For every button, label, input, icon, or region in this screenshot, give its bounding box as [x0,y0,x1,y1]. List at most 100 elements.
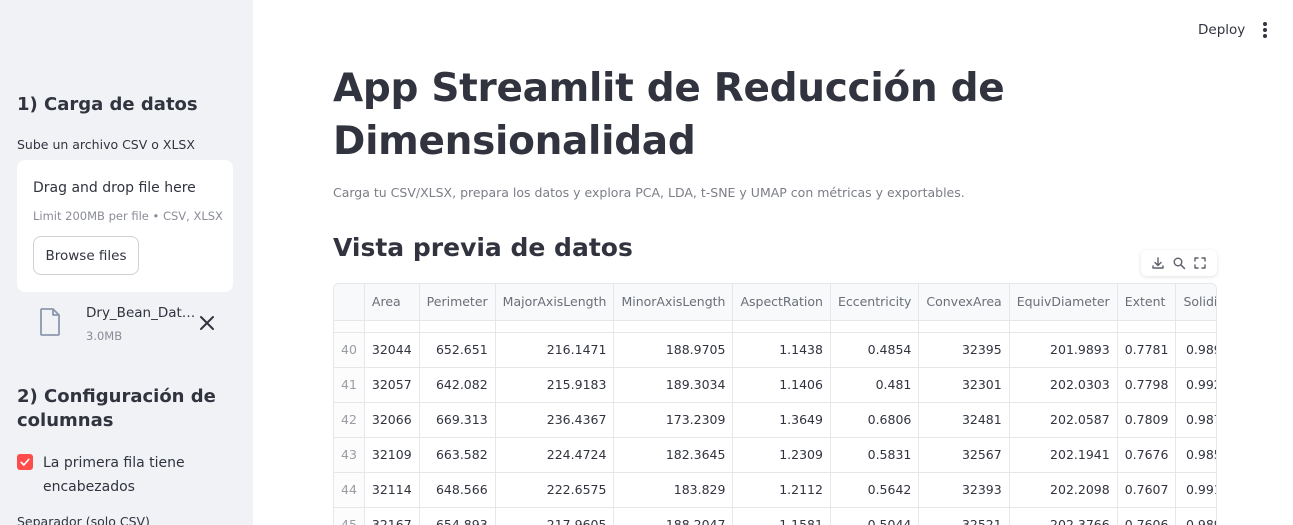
table-cell[interactable]: 0.481 [830,367,920,403]
file-dropzone[interactable]: Drag and drop file here Limit 200MB per … [17,160,233,292]
check-icon [20,458,30,466]
table-cell[interactable]: 173.2309 [613,402,734,438]
table-cell[interactable]: 1.1581 [732,507,831,525]
table-row[interactable]: 40 32044 652.651 216.1471 188.9705 1.1438 0.48… [334,332,1216,368]
headers-checkbox-label[interactable]: La primera fila tiene encabezados [43,451,218,499]
table-cell[interactable]: 32393 [918,472,1010,508]
table-cell[interactable]: 0.9892 [1175,332,1216,368]
table-cell[interactable]: 1.3649 [732,402,831,438]
table-cell[interactable]: 188.9705 [613,332,734,368]
table-cell[interactable]: 32167 [364,507,420,525]
table-cell[interactable]: 32567 [918,437,1010,473]
table-cell[interactable]: 0.9914 [1175,472,1216,508]
table-cell[interactable]: 215.9183 [495,367,615,403]
more-vertical-icon[interactable] [1256,20,1274,40]
table-cell[interactable]: 0.7676 [1117,437,1177,473]
table-cell[interactable]: 0.7606 [1117,507,1177,525]
table-cell[interactable]: 201.9893 [1009,332,1118,368]
column-header[interactable]: Extent [1117,284,1177,321]
table-cell[interactable]: 202.3766 [1009,507,1118,525]
table-cell[interactable]: 202.0587 [1009,402,1118,438]
fullscreen-icon[interactable] [1193,256,1207,270]
browse-files-button[interactable]: Browse files [33,236,139,275]
table-cell[interactable]: 0.6806 [830,402,920,438]
table-cell[interactable]: 0.7781 [1117,332,1177,368]
table-cell[interactable]: 642.082 [419,367,496,403]
table-cell[interactable]: 1.1438 [732,332,831,368]
table-header-row: Area Perimeter MajorAxisLength MinorAxisLen… [334,284,1216,321]
table-row[interactable]: 44 32114 648.566 222.6575 183.829 1.2112 0.564… [334,472,1216,508]
table-cell[interactable]: 0.5044 [830,507,920,525]
table-cell[interactable]: 0.7798 [1117,367,1177,403]
separator-label: Separador (solo CSV) [17,514,150,525]
table-cell[interactable]: 32109 [364,437,420,473]
table-cell[interactable]: 32057 [364,367,420,403]
table-cell[interactable]: 217.9605 [495,507,615,525]
column-header[interactable]: EquivDiameter [1009,284,1118,321]
uploaded-file: Dry_Bean_Dataset.xlsx 3.0MB [17,300,233,350]
table-cell[interactable]: 0.5831 [830,437,920,473]
table-cell[interactable]: 182.3645 [613,437,734,473]
table-cell[interactable]: 0.5642 [830,472,920,508]
table-cell[interactable]: 1.2309 [732,437,831,473]
table-cell[interactable]: 0.9924 [1175,367,1216,403]
table-cell[interactable]: 188.2047 [613,507,734,525]
table-cell[interactable]: 202.0303 [1009,367,1118,403]
table-cell[interactable]: 663.582 [419,437,496,473]
table-cell[interactable]: 0.9872 [1175,402,1216,438]
table-cell[interactable]: 654.893 [419,507,496,525]
row-index: 45 [334,507,365,525]
table-cell[interactable]: 669.313 [419,402,496,438]
table-cell[interactable]: 224.4724 [495,437,615,473]
table-cell[interactable]: 183.829 [613,472,734,508]
table-row[interactable]: 41 32057 642.082 215.9183 189.3034 1.1406 0.48… [334,367,1216,403]
close-icon[interactable] [198,314,216,332]
column-header[interactable]: Area [364,284,420,321]
table-cell[interactable]: 32044 [364,332,420,368]
column-header[interactable]: Solidity [1175,284,1216,321]
table-cell[interactable]: 202.1941 [1009,437,1118,473]
column-header[interactable]: ConvexArea [918,284,1010,321]
table-row[interactable]: 45 32167 654.893 217.9605 188.2047 1.1581 0.50… [334,507,1216,525]
table-cell[interactable]: 222.6575 [495,472,615,508]
table-cell[interactable]: 216.1471 [495,332,615,368]
sidebar: 1) Carga de datos Sube un archivo CSV o … [0,0,253,525]
table-cell[interactable]: 0.9859 [1175,437,1216,473]
row-index: 42 [334,402,365,438]
table-cell[interactable]: 1.1406 [732,367,831,403]
section-title-columns: 2) Configuración de columnas [17,386,216,431]
column-header[interactable]: MinorAxisLength [613,284,734,321]
file-size: 3.0MB [86,329,123,343]
data-preview-table[interactable]: Area Perimeter MajorAxisLength MinorAxisLen… [333,283,1217,525]
table-cell[interactable]: 32395 [918,332,1010,368]
table-cell[interactable]: 0.7809 [1117,402,1177,438]
table-cell[interactable]: 652.651 [419,332,496,368]
column-header[interactable]: MajorAxisLength [495,284,615,321]
preview-heading: Vista previa de datos [333,233,633,262]
table-cell[interactable]: 648.566 [419,472,496,508]
search-icon[interactable] [1172,256,1186,270]
deploy-button[interactable]: Deploy [1188,18,1255,42]
table-cell[interactable]: 32114 [364,472,420,508]
column-header[interactable]: Eccentricity [830,284,920,321]
column-header[interactable]: AspectRation [732,284,831,321]
table-cell[interactable]: 189.3034 [613,367,734,403]
table-cell[interactable]: 0.4854 [830,332,920,368]
table-cell[interactable]: 32521 [918,507,1010,525]
headers-checkbox[interactable] [17,454,33,470]
index-header[interactable] [334,284,365,321]
table-cell[interactable]: 32481 [918,402,1010,438]
table-row[interactable]: 42 32066 669.313 236.4367 173.2309 1.3649 0.68… [334,402,1216,438]
table-cell[interactable]: 236.4367 [495,402,615,438]
dropzone-title: Drag and drop file here [33,180,196,196]
table-cell[interactable]: 32301 [918,367,1010,403]
table-cell[interactable]: 202.2098 [1009,472,1118,508]
table-cell[interactable]: 1.2112 [732,472,831,508]
table-cell[interactable]: 0.7607 [1117,472,1177,508]
row-index: 43 [334,437,365,473]
download-icon[interactable] [1151,256,1165,270]
table-cell[interactable]: 32066 [364,402,420,438]
column-header[interactable]: Perimeter [419,284,496,321]
table-cell[interactable]: 0.9891 [1175,507,1216,525]
table-row[interactable]: 43 32109 663.582 224.4724 182.3645 1.2309 0.58… [334,437,1216,473]
